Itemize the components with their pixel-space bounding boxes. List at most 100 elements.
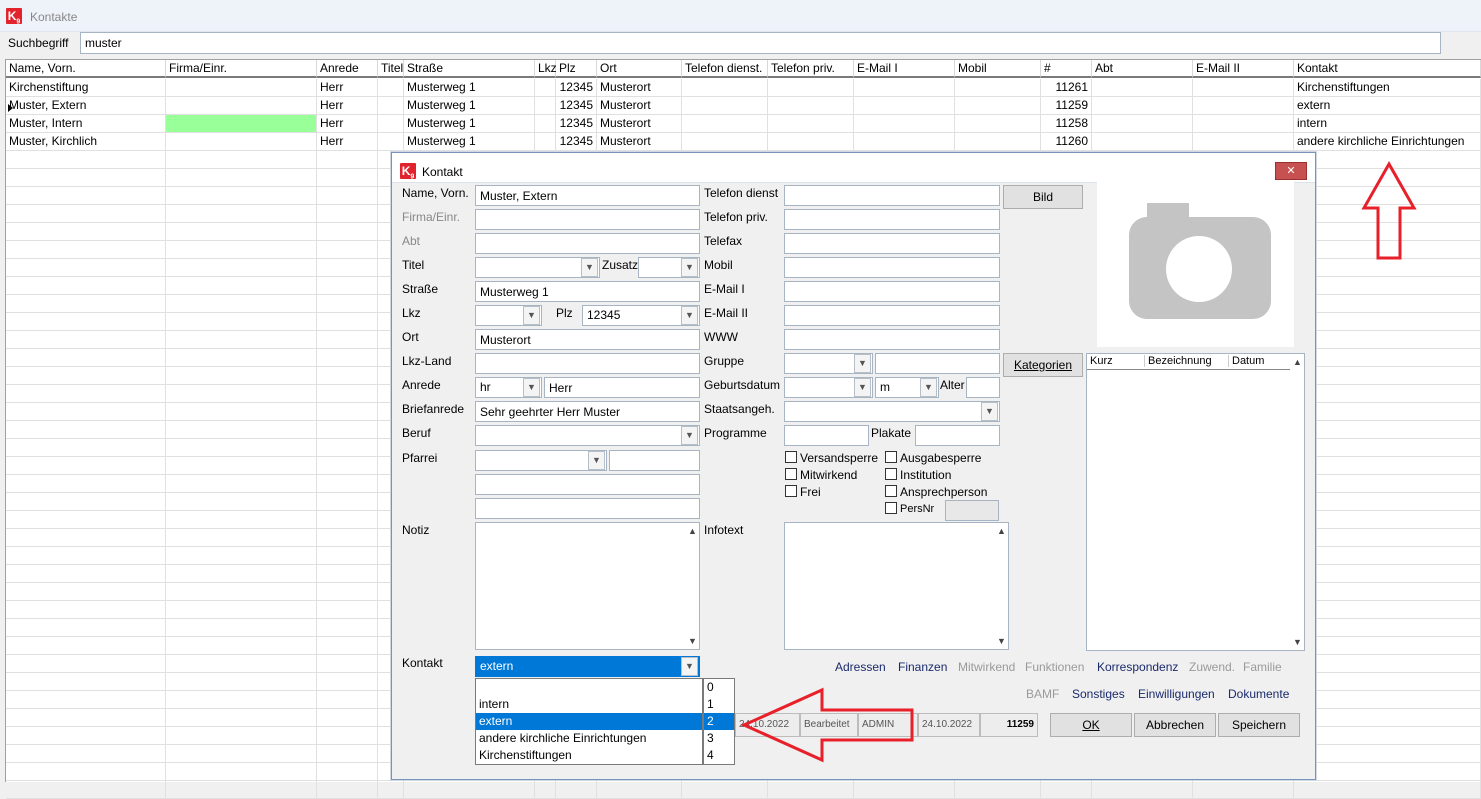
table-cell[interactable]: Musterweg 1 (404, 115, 535, 133)
table-cell[interactable] (1294, 277, 1481, 295)
link-einwilligungen[interactable]: Einwilligungen (1138, 687, 1215, 701)
table-cell[interactable] (166, 97, 317, 115)
kategorien-button[interactable]: Kategorien (1003, 353, 1083, 377)
chevron-down-icon[interactable]: ▼ (681, 426, 698, 445)
table-cell[interactable] (317, 745, 378, 763)
link-funktionen[interactable]: Funktionen (1025, 660, 1084, 674)
table-cell[interactable] (1294, 439, 1481, 457)
table-cell[interactable] (1092, 133, 1193, 151)
table-cell[interactable] (166, 745, 317, 763)
table-cell[interactable] (768, 133, 854, 151)
table-cell[interactable] (682, 133, 768, 151)
link-adressen[interactable]: Adressen (835, 660, 886, 674)
table-cell[interactable] (1294, 583, 1481, 601)
notiz-scrollbar[interactable]: ▲ ▼ (685, 523, 699, 649)
table-cell[interactable] (166, 727, 317, 745)
table-cell[interactable] (317, 763, 378, 781)
table-cell[interactable] (1294, 331, 1481, 349)
table-cell[interactable] (166, 583, 317, 601)
table-cell[interactable]: Musterort (597, 79, 682, 97)
table-cell[interactable] (1294, 781, 1481, 799)
table-cell[interactable] (317, 277, 378, 295)
kontakt-option-code[interactable]: 4 (704, 747, 734, 764)
table-cell[interactable] (317, 295, 378, 313)
table-row[interactable]: Muster, Intern Herr Musterweg 1 12345 Muster… (6, 115, 1481, 133)
table-cell[interactable] (1092, 115, 1193, 133)
table-cell[interactable] (1294, 313, 1481, 331)
table-cell[interactable] (1294, 547, 1481, 565)
table-cell[interactable] (854, 79, 955, 97)
email1-input[interactable] (784, 281, 1000, 302)
table-cell[interactable] (768, 97, 854, 115)
table-cell[interactable] (955, 79, 1041, 97)
table-cell[interactable] (166, 115, 317, 133)
table-cell[interactable] (166, 367, 317, 385)
table-cell[interactable] (166, 277, 317, 295)
table-cell[interactable] (166, 457, 317, 475)
table-cell[interactable] (682, 781, 768, 799)
table-cell[interactable] (1294, 745, 1481, 763)
table-cell[interactable] (955, 97, 1041, 115)
chevron-down-icon[interactable]: ▼ (523, 378, 540, 397)
table-cell[interactable] (317, 169, 378, 187)
table-cell[interactable] (166, 259, 317, 277)
strasse-input[interactable] (475, 281, 700, 302)
table-cell[interactable] (6, 655, 166, 673)
kategorien-scrollbar[interactable]: ▲ ▼ (1290, 354, 1304, 650)
table-cell[interactable] (1294, 763, 1481, 781)
column-header[interactable]: Firma/Einr. (166, 60, 317, 78)
table-cell[interactable] (378, 781, 404, 799)
lkz-land-input[interactable] (475, 353, 700, 374)
table-cell[interactable] (535, 79, 556, 97)
table-cell[interactable] (1193, 79, 1294, 97)
table-cell[interactable]: Muster, Intern (6, 115, 166, 133)
table-cell[interactable] (166, 187, 317, 205)
column-header[interactable]: Plz (556, 60, 597, 78)
chevron-down-icon[interactable]: ▼ (681, 258, 698, 277)
ansprechperson-checkbox[interactable] (885, 485, 897, 497)
table-cell[interactable] (317, 223, 378, 241)
table-cell[interactable] (597, 781, 682, 799)
table-cell[interactable] (1294, 367, 1481, 385)
table-cell[interactable] (955, 133, 1041, 151)
kontakt-option-code[interactable]: 1 (704, 696, 734, 713)
table-cell[interactable]: Kirchenstiftungen (1294, 79, 1481, 97)
table-cell[interactable] (6, 637, 166, 655)
gruppe-text-input[interactable] (875, 353, 1000, 374)
table-cell[interactable] (317, 475, 378, 493)
table-cell[interactable] (6, 349, 166, 367)
name-input[interactable] (475, 185, 700, 206)
table-cell[interactable]: Musterort (597, 133, 682, 151)
table-cell[interactable] (6, 241, 166, 259)
table-cell[interactable] (317, 547, 378, 565)
table-cell[interactable] (1294, 421, 1481, 439)
table-cell[interactable] (166, 763, 317, 781)
table-cell[interactable] (955, 115, 1041, 133)
column-header[interactable]: Lkz (535, 60, 557, 78)
table-cell[interactable]: Herr (317, 133, 378, 151)
table-cell[interactable] (317, 529, 378, 547)
table-cell[interactable]: 12345 (556, 115, 597, 133)
column-header[interactable]: Kontakt (1294, 60, 1481, 78)
firma-input[interactable] (475, 209, 700, 230)
table-cell[interactable] (6, 583, 166, 601)
chevron-up-icon[interactable]: ▲ (1293, 357, 1302, 367)
table-cell[interactable] (1294, 385, 1481, 403)
table-cell[interactable]: andere kirchliche Einrichtungen (1294, 133, 1481, 151)
table-cell[interactable] (1294, 403, 1481, 421)
table-cell[interactable] (404, 781, 535, 799)
persnr-input[interactable] (945, 500, 999, 521)
plakate-input[interactable] (915, 425, 1000, 446)
ort-input[interactable] (475, 329, 700, 350)
chevron-down-icon[interactable]: ▼ (981, 402, 998, 421)
table-cell[interactable]: extern (1294, 97, 1481, 115)
table-cell[interactable] (1092, 97, 1193, 115)
table-cell[interactable]: Musterort (597, 115, 682, 133)
table-cell[interactable] (535, 133, 556, 151)
table-cell[interactable] (317, 583, 378, 601)
table-cell[interactable] (1041, 781, 1092, 799)
table-cell[interactable] (682, 97, 768, 115)
ausgabesperre-checkbox[interactable] (885, 451, 897, 463)
column-header[interactable]: Abt (1092, 60, 1193, 78)
table-cell[interactable] (317, 331, 378, 349)
